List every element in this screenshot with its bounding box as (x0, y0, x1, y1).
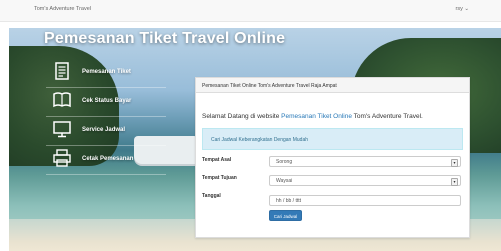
divider (46, 174, 166, 175)
welcome-link[interactable]: Pemesanan Tiket Online (281, 113, 352, 120)
tempat-asal-select[interactable]: Sorong ▾ (269, 156, 461, 167)
side-menu-label: Cek Status Bayar (82, 98, 132, 104)
brand-link[interactable]: Tom's Adventure Travel (34, 6, 91, 12)
side-menu-item-cetak-pemesanan[interactable]: Cetak Pemesanan (46, 148, 166, 175)
side-menu: Pemesanan Tiket Cek Status Bayar Service… (46, 61, 166, 177)
document-icon (55, 62, 69, 80)
cari-jadwal-button[interactable]: Cari Jadwal (269, 210, 302, 221)
welcome-prefix: Selamat Datang di website (202, 113, 282, 120)
tempat-asal-value: Sorong (276, 159, 293, 165)
tempat-tujuan-value: Waysai (276, 178, 293, 184)
side-menu-item-service-jadwal[interactable]: Service Jadwal (46, 119, 166, 146)
tanggal-label: Tanggal (202, 193, 221, 199)
welcome-suffix: Tom's Adventure Travel. (351, 113, 423, 120)
tanggal-date-input[interactable]: hh / bb / tttt (269, 195, 461, 206)
divider (46, 145, 166, 146)
divider (46, 116, 166, 117)
top-navbar: Tom's Adventure Travel rsy ⌄ (0, 0, 501, 22)
side-menu-item-pemesanan-tiket[interactable]: Pemesanan Tiket (46, 61, 166, 88)
monitor-icon (53, 121, 71, 138)
tempat-tujuan-label: Tempat Tujuan (202, 175, 237, 181)
select-caret-icon: ▾ (451, 178, 458, 186)
divider (46, 87, 166, 88)
info-alert: Cari Jadwal Keberangkatan Dengan Mudah (202, 128, 463, 150)
tempat-asal-label: Tempat Asal (202, 157, 232, 163)
tanggal-placeholder: hh / bb / tttt (276, 198, 302, 204)
side-menu-label: Pemesanan Tiket (82, 69, 131, 75)
welcome-text: Selamat Datang di website Pemesanan Tike… (202, 113, 423, 120)
tempat-tujuan-select[interactable]: Waysai ▾ (269, 175, 461, 186)
book-icon (53, 92, 71, 108)
panel-heading: Pemesanan Tiket Online Tom's Adventure T… (196, 78, 469, 93)
side-menu-label: Cetak Pemesanan (82, 156, 134, 162)
printer-icon (53, 149, 71, 167)
side-menu-label: Service Jadwal (82, 127, 126, 133)
side-menu-item-cek-status-bayar[interactable]: Cek Status Bayar (46, 90, 166, 117)
hero-title: Pemesanan Tiket Travel Online (44, 30, 286, 47)
user-menu-dropdown[interactable]: rsy ⌄ (456, 6, 469, 12)
booking-panel: Pemesanan Tiket Online Tom's Adventure T… (195, 77, 470, 238)
select-caret-icon: ▾ (451, 159, 458, 167)
